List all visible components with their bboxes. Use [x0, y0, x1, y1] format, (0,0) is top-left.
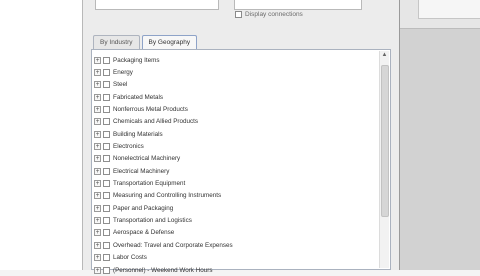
tree-item-checkbox[interactable]: [103, 241, 110, 249]
expand-icon[interactable]: +: [94, 155, 101, 163]
tree-item-label: Fabricated Metals: [113, 93, 164, 101]
tree-item-checkbox[interactable]: [103, 56, 110, 64]
tree-item-checkbox[interactable]: [103, 106, 110, 114]
tree-item-label: Labor Costs: [113, 254, 147, 262]
tree-item-checkbox[interactable]: [103, 167, 110, 175]
expand-icon[interactable]: +: [94, 93, 101, 101]
tree-item-checkbox[interactable]: [103, 143, 110, 151]
tree-item-checkbox[interactable]: [103, 155, 110, 163]
tree-item[interactable]: + Nonelectrical Machinery: [94, 153, 378, 165]
tree-item[interactable]: + Overhead: Travel and Corporate Expenses: [94, 239, 378, 251]
tree-item-label: Electrical Machinery: [113, 167, 170, 175]
background-window-left: [0, 0, 82, 270]
tree-item[interactable]: + Nonferrous Metal Products: [94, 103, 378, 115]
top-list-box-left[interactable]: [95, 0, 219, 10]
tree-item-label: (Personnel) - Weekend Work Hours: [113, 266, 213, 274]
expand-icon[interactable]: +: [94, 254, 101, 262]
tree-item-checkbox[interactable]: [103, 266, 110, 274]
expand-icon[interactable]: +: [94, 229, 101, 237]
tree-item[interactable]: + Electronics: [94, 140, 378, 152]
tree-item[interactable]: + Paper and Packaging: [94, 202, 378, 214]
vertical-scrollbar[interactable]: ▲: [379, 51, 389, 268]
background-window-right: [398, 0, 480, 270]
tree-item-label: Energy: [113, 69, 133, 77]
tree-item[interactable]: + Measuring and Controlling Instruments: [94, 190, 378, 202]
expand-icon[interactable]: +: [94, 130, 101, 138]
tree-item-checkbox[interactable]: [103, 254, 110, 262]
tree-item-checkbox[interactable]: [103, 93, 110, 101]
expand-icon[interactable]: +: [94, 118, 101, 126]
tree-item-checkbox[interactable]: [103, 229, 110, 237]
tree-item-checkbox[interactable]: [103, 192, 110, 200]
tree-item[interactable]: + Steel: [94, 79, 378, 91]
tree-item-label: Overhead: Travel and Corporate Expenses: [113, 241, 233, 249]
expand-icon[interactable]: +: [94, 167, 101, 175]
display-connections-label: Display connections: [245, 11, 303, 18]
expand-icon[interactable]: +: [94, 217, 101, 225]
tree-item-checkbox[interactable]: [103, 180, 110, 188]
tree-item-label: Measuring and Controlling Instruments: [113, 192, 222, 200]
category-tree: + Packaging Items + Energy + Steel + Fabricated…: [94, 54, 378, 276]
tree-item-label: Electronics: [113, 143, 144, 151]
tree-item-label: Steel: [113, 81, 128, 89]
selection-dialog: Display connections By Industry By Geogr…: [82, 0, 400, 274]
tab-bar: By Industry By Geography: [93, 35, 199, 50]
tree-item[interactable]: + Transportation and Logistics: [94, 214, 378, 226]
scroll-up-arrow-icon[interactable]: ▲: [380, 51, 389, 60]
expand-icon[interactable]: +: [94, 81, 101, 89]
tree-item[interactable]: + Fabricated Metals: [94, 91, 378, 103]
tree-item-label: Transportation Equipment: [113, 180, 186, 188]
expand-icon[interactable]: +: [94, 204, 101, 212]
tree-item-checkbox[interactable]: [103, 118, 110, 126]
tab-by-geography[interactable]: By Geography: [141, 35, 198, 50]
tree-item-label: Nonferrous Metal Products: [113, 106, 188, 114]
expand-icon[interactable]: +: [94, 143, 101, 151]
tree-item[interactable]: + Transportation Equipment: [94, 177, 378, 189]
tree-item[interactable]: + Energy: [94, 66, 378, 78]
tree-item[interactable]: + Packaging Items: [94, 54, 378, 66]
expand-icon[interactable]: +: [94, 266, 101, 274]
display-connections-row: Display connections: [235, 11, 303, 18]
tab-by-industry[interactable]: By Industry: [93, 35, 140, 49]
tree-item-checkbox[interactable]: [103, 81, 110, 89]
tree-item-label: Aerospace & Defense: [113, 229, 175, 237]
tree-item-label: Building Materials: [113, 130, 163, 138]
tree-item[interactable]: + Aerospace & Defense: [94, 227, 378, 239]
display-connections-checkbox[interactable]: [235, 11, 242, 18]
scroll-thumb[interactable]: [381, 65, 389, 217]
expand-icon[interactable]: +: [94, 180, 101, 188]
tree-item-label: Nonelectrical Machinery: [113, 155, 181, 163]
background-field: [418, 0, 480, 19]
tree-item-label: Paper and Packaging: [113, 204, 174, 212]
tree-item-checkbox[interactable]: [103, 130, 110, 138]
expand-icon[interactable]: +: [94, 69, 101, 77]
tree-item-checkbox[interactable]: [103, 69, 110, 77]
expand-icon[interactable]: +: [94, 241, 101, 249]
tree-item[interactable]: + Labor Costs: [94, 252, 378, 264]
tree-item-label: Chemicals and Allied Products: [113, 118, 199, 126]
tree-panel: + Packaging Items + Energy + Steel + Fabricated…: [91, 49, 391, 274]
top-list-box-right[interactable]: [234, 0, 362, 10]
tree-item-checkbox[interactable]: [103, 204, 110, 212]
tree-item-label: Packaging Items: [113, 56, 160, 64]
expand-icon[interactable]: +: [94, 106, 101, 114]
tree-item-checkbox[interactable]: [103, 217, 110, 225]
tree-item-label: Transportation and Logistics: [113, 217, 192, 225]
tree-item[interactable]: + Chemicals and Allied Products: [94, 116, 378, 128]
expand-icon[interactable]: +: [94, 56, 101, 64]
expand-icon[interactable]: +: [94, 192, 101, 200]
tree-item[interactable]: + Building Materials: [94, 128, 378, 140]
tree-item[interactable]: + Electrical Machinery: [94, 165, 378, 177]
